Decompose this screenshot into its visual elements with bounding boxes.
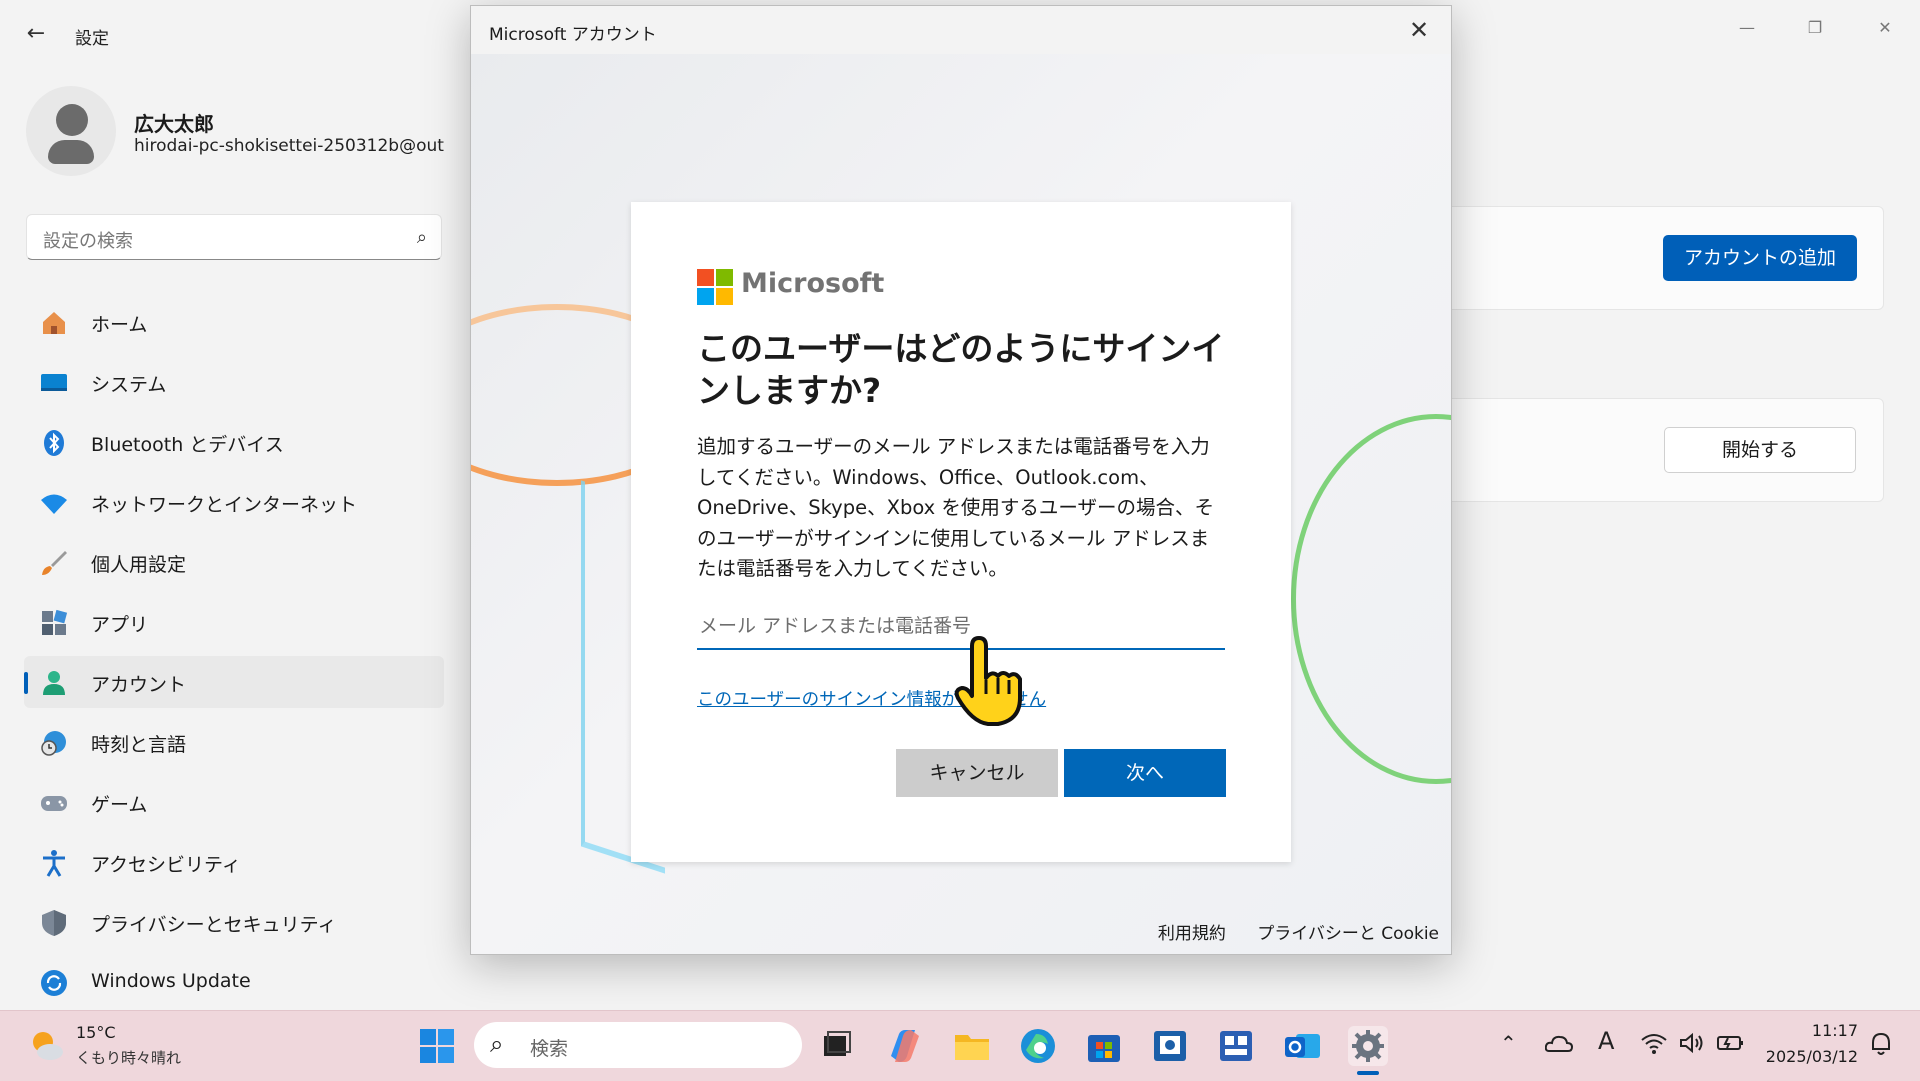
profile-name: 広大太郎: [134, 112, 214, 136]
brand-name: Microsoft: [741, 268, 885, 299]
volume-icon[interactable]: [1678, 1031, 1706, 1055]
apps-icon: [42, 609, 68, 635]
settings-gear-icon[interactable]: [1348, 1026, 1388, 1066]
store-icon[interactable]: [1084, 1026, 1124, 1066]
dialog-footer: 利用規約 プライバシーと Cookie: [1132, 919, 1439, 944]
chevron-up-icon[interactable]: ⌃: [1500, 1031, 1517, 1055]
file-explorer-icon[interactable]: [952, 1026, 992, 1066]
widgets-board-icon[interactable]: [1216, 1026, 1256, 1066]
next-button[interactable]: 次へ: [1064, 749, 1226, 797]
home-icon: [43, 312, 65, 334]
decorative-shape: [1291, 414, 1451, 784]
copilot-icon[interactable]: [885, 1026, 925, 1066]
hand-cursor-icon: [954, 636, 1022, 726]
onedrive-icon[interactable]: [1545, 1031, 1573, 1055]
sidebar-item-accounts[interactable]: アカウント: [24, 656, 444, 708]
close-button[interactable]: ✕: [1862, 12, 1908, 44]
account-icon: [43, 671, 65, 695]
back-arrow-icon[interactable]: ←: [22, 20, 50, 48]
outlook-icon[interactable]: [1282, 1026, 1322, 1066]
taskbar-search-placeholder: 検索: [530, 1038, 569, 1060]
bluetooth-icon: [44, 430, 64, 456]
avatar: [26, 86, 116, 176]
gamepad-icon: [41, 796, 67, 811]
sidebar-nav: ホーム システム Bluetooth とデバイス ネットワークとインターネット …: [24, 296, 444, 1016]
sidebar-item-apps[interactable]: アプリ: [24, 596, 444, 648]
notification-icon[interactable]: [1868, 1031, 1894, 1057]
start-button[interactable]: 開始する: [1664, 427, 1856, 473]
taskbar: 15°C くもり時々晴れ ⌕ 検索 ⌃ A 11:17 2025/03/12: [0, 1010, 1920, 1081]
active-app-indicator: [1357, 1071, 1379, 1075]
start-icon[interactable]: [417, 1026, 457, 1066]
wifi-icon: [41, 494, 67, 514]
clock-time[interactable]: 11:17: [1778, 1021, 1858, 1040]
app-icon[interactable]: [1150, 1026, 1190, 1066]
weather-temp: 15°C: [76, 1023, 116, 1042]
search-icon: ⌕: [490, 1030, 504, 1058]
search-icon[interactable]: ⌕: [417, 227, 427, 248]
brush-icon: [42, 551, 67, 575]
sidebar-item-privacy[interactable]: プライバシーとセキュリティ: [24, 896, 444, 948]
time-language-icon: [41, 731, 66, 756]
sidebar-item-time-language[interactable]: 時刻と言語: [24, 716, 444, 768]
terms-link[interactable]: 利用規約: [1158, 924, 1226, 944]
edge-icon[interactable]: [1018, 1026, 1058, 1066]
sidebar-item-network[interactable]: ネットワークとインターネット: [24, 476, 444, 528]
update-icon: [41, 970, 67, 996]
sidebar-item-windows-update[interactable]: Windows Update: [24, 956, 444, 1008]
dialog-titlebar: Microsoft アカウント ✕: [471, 6, 1451, 55]
weather-desc: くもり時々晴れ: [76, 1049, 182, 1067]
dialog-heading: このユーザーはどのようにサインインしますか?: [697, 329, 1225, 410]
dialog-description: 追加するユーザーのメール アドレスまたは電話番号を入力してください。Window…: [697, 435, 1214, 580]
shield-icon: [42, 910, 66, 936]
app-title: 設定: [75, 29, 109, 49]
privacy-cookie-link[interactable]: プライバシーと Cookie: [1257, 924, 1439, 944]
task-view-icon[interactable]: [816, 1026, 856, 1066]
sidebar-item-home[interactable]: ホーム: [24, 296, 444, 348]
sidebar-item-accessibility[interactable]: アクセシビリティ: [24, 836, 444, 888]
wifi-icon[interactable]: [1640, 1031, 1668, 1055]
taskbar-search[interactable]: ⌕ 検索: [474, 1022, 802, 1068]
ime-icon[interactable]: A: [1598, 1027, 1614, 1055]
signin-card: Microsoft このユーザーはどのようにサインインしますか? 追加するユーザ…: [631, 202, 1291, 862]
battery-icon[interactable]: [1716, 1031, 1744, 1055]
close-icon[interactable]: ✕: [1403, 14, 1435, 46]
profile-email: hirodai-pc-shokisettei-250312b@out...: [134, 136, 444, 156]
search-placeholder: 設定の検索: [43, 231, 133, 252]
sidebar-item-personalization[interactable]: 個人用設定: [24, 536, 444, 588]
clock-date[interactable]: 2025/03/12: [1760, 1047, 1858, 1066]
minimize-button[interactable]: —: [1724, 12, 1770, 44]
microsoft-logo-icon: [697, 269, 733, 305]
settings-search-input[interactable]: 設定の検索 ⌕: [26, 214, 442, 260]
dialog-background: Microsoft このユーザーはどのようにサインインしますか? 追加するユーザ…: [471, 54, 1451, 954]
sidebar-item-gaming[interactable]: ゲーム: [24, 776, 444, 828]
microsoft-account-dialog: Microsoft アカウント ✕ Microsoft このユーザーはどのように…: [470, 5, 1452, 955]
sidebar-item-system[interactable]: システム: [24, 356, 444, 408]
add-account-button[interactable]: アカウントの追加: [1663, 235, 1857, 281]
system-icon: [41, 374, 67, 391]
weather-cloud-sun-icon[interactable]: [30, 1029, 64, 1063]
dialog-title: Microsoft アカウント: [489, 25, 657, 45]
accessibility-icon: [43, 850, 65, 877]
sidebar-item-bluetooth[interactable]: Bluetooth とデバイス: [24, 416, 444, 468]
maximize-button[interactable]: ❐: [1792, 12, 1838, 44]
cancel-button[interactable]: キャンセル: [896, 749, 1058, 797]
